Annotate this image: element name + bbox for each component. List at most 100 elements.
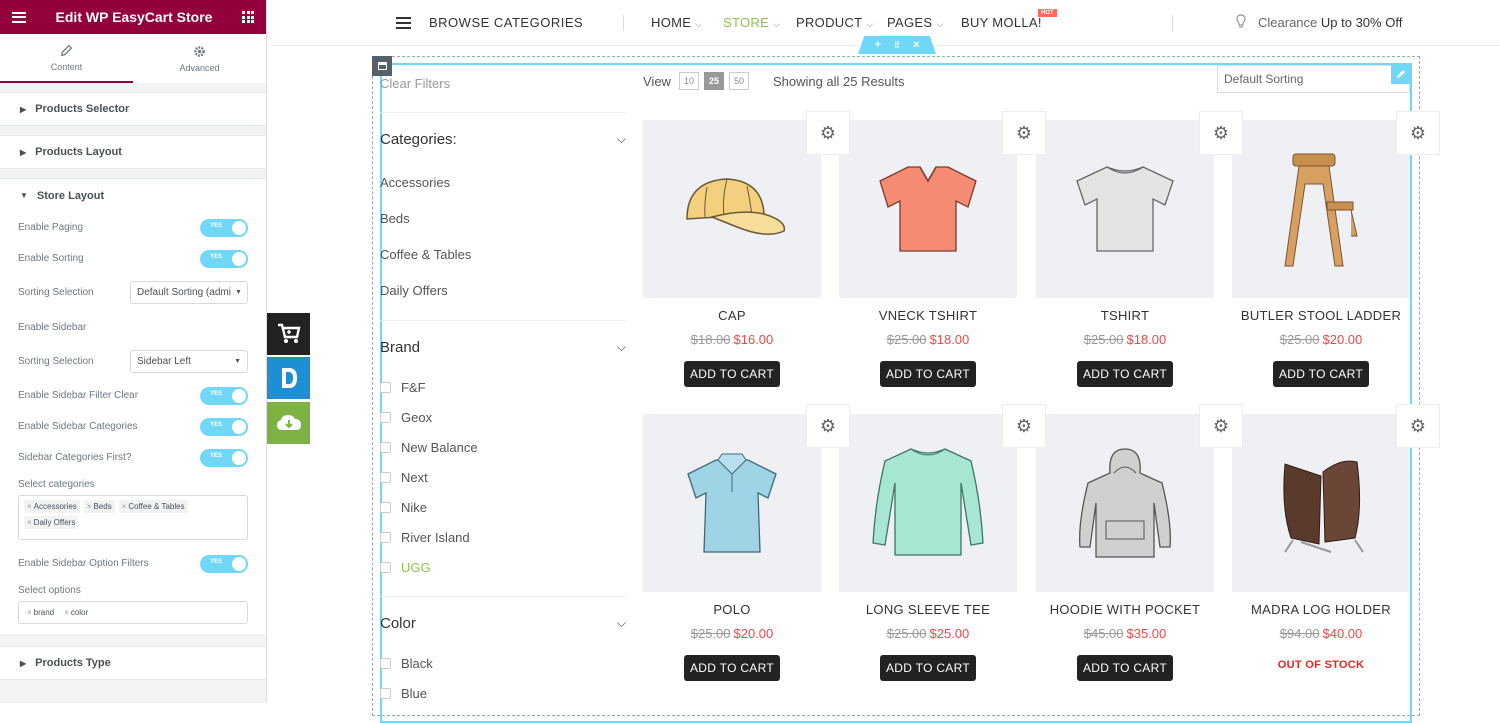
remove-icon[interactable]: × xyxy=(27,502,32,511)
product-name[interactable]: MADRA LOG HOLDER xyxy=(1232,602,1410,617)
category-chip[interactable]: × Daily Offers xyxy=(24,516,79,529)
product-settings-button[interactable]: ⚙ xyxy=(1002,111,1046,155)
product-settings-button[interactable]: ⚙ xyxy=(1199,404,1243,448)
remove-icon[interactable]: × xyxy=(87,502,92,511)
color-option[interactable]: Blue xyxy=(380,678,626,708)
section-products-selector[interactable]: ▶ Products Selector xyxy=(0,92,266,126)
brand-option[interactable]: New Balance xyxy=(380,432,626,462)
option-chip[interactable]: × brand xyxy=(24,606,58,619)
product-name[interactable]: POLO xyxy=(643,602,821,617)
product-name[interactable]: BUTLER STOOL LADDER xyxy=(1232,308,1410,323)
product-name[interactable]: CAP xyxy=(643,308,821,323)
checkbox[interactable] xyxy=(380,561,391,573)
product-settings-button[interactable]: ⚙ xyxy=(806,111,850,155)
product-settings-button[interactable]: ⚙ xyxy=(806,404,850,448)
product-settings-button[interactable]: ⚙ xyxy=(1002,404,1046,448)
section-products-layout[interactable]: ▶ Products Layout xyxy=(0,135,266,169)
cloud-download-tool-button[interactable] xyxy=(267,402,310,444)
product-image-stool[interactable] xyxy=(1232,120,1410,298)
clear-filters-link[interactable]: Clear Filters xyxy=(380,70,626,96)
product-card[interactable]: BUTLER STOOL LADDER $25.00 $20.00 ADD TO … xyxy=(1232,120,1410,387)
nav-product[interactable]: PRODUCT ⌵ xyxy=(796,15,874,30)
add-to-cart-button[interactable]: ADD TO CART xyxy=(684,655,780,681)
add-to-cart-button[interactable]: ADD TO CART xyxy=(684,361,780,387)
sorting-selection-select[interactable]: Default Sorting (admi ▼ xyxy=(130,281,248,304)
clearance-promo[interactable]: Clearance Up to 30% Off xyxy=(1258,15,1402,30)
menu-icon[interactable] xyxy=(12,11,26,23)
brand-option[interactable]: River Island xyxy=(380,522,626,552)
view-option-50[interactable]: 50 xyxy=(728,72,749,90)
chevron-down-icon[interactable]: ⌵ xyxy=(617,616,626,631)
chevron-down-icon[interactable]: ⌵ xyxy=(617,340,626,355)
brand-option[interactable]: Next xyxy=(380,462,626,492)
brand-option[interactable]: UGG xyxy=(380,552,626,582)
remove-icon[interactable]: × xyxy=(122,502,127,511)
toggle-enable-sorting[interactable]: YES xyxy=(200,249,248,268)
chevron-down-icon[interactable]: ⌵ xyxy=(617,132,626,147)
product-card[interactable]: VNECK TSHIRT $25.00 $18.00 ADD TO CART xyxy=(839,120,1017,387)
toggle-sidebar-categories[interactable]: YES xyxy=(200,417,248,436)
checkbox[interactable] xyxy=(380,657,391,669)
section-products-type[interactable]: ▶ Products Type xyxy=(0,646,266,680)
filter-header[interactable]: Categories: ⌵ xyxy=(380,131,626,148)
nav-home[interactable]: HOME ⌵ xyxy=(651,15,702,30)
category-chip[interactable]: × Beds xyxy=(83,500,115,513)
section-handle[interactable]: + ⠿ × xyxy=(858,36,936,54)
browse-categories[interactable]: BROWSE CATEGORIES xyxy=(429,15,583,30)
product-name[interactable]: TSHIRT xyxy=(1036,308,1214,323)
options-multiselect[interactable]: × brand × color xyxy=(18,601,248,624)
product-settings-button[interactable]: ⚙ xyxy=(1199,111,1243,155)
option-chip[interactable]: × color xyxy=(61,606,92,619)
section-store-layout[interactable]: ▼ Store Layout xyxy=(0,178,266,212)
product-image-log-holder[interactable] xyxy=(1232,414,1410,592)
category-link[interactable]: Coffee & Tables xyxy=(380,236,626,272)
checkbox[interactable] xyxy=(380,687,391,699)
add-to-cart-button[interactable]: ADD TO CART xyxy=(880,361,976,387)
add-to-cart-button[interactable]: ADD TO CART xyxy=(1273,361,1369,387)
toggle-sidebar-filter-clear[interactable]: YES xyxy=(200,386,248,405)
product-card[interactable]: CAP $18.00 $16.00 ADD TO CART xyxy=(643,120,821,387)
view-option-10[interactable]: 10 xyxy=(678,72,699,90)
checkbox[interactable] xyxy=(380,441,391,453)
filter-header[interactable]: Color ⌵ xyxy=(380,615,626,632)
categories-multiselect[interactable]: × Accessories × Beds × Coffee & Tables × Dai… xyxy=(18,495,248,540)
nav-buy-molla[interactable]: BUY MOLLA! xyxy=(961,15,1042,30)
add-to-cart-button[interactable]: ADD TO CART xyxy=(1077,361,1173,387)
category-link[interactable]: Daily Offers xyxy=(380,272,626,308)
view-option-25[interactable]: 25 xyxy=(703,72,724,90)
product-card[interactable]: TSHIRT $25.00 $18.00 ADD TO CART xyxy=(1036,120,1214,387)
product-image-tshirt[interactable] xyxy=(1036,120,1214,298)
widgets-grid-icon[interactable] xyxy=(242,11,254,23)
add-to-cart-button[interactable]: ADD TO CART xyxy=(1077,655,1173,681)
product-name[interactable]: LONG SLEEVE TEE xyxy=(839,602,1017,617)
category-link[interactable]: Beds xyxy=(380,200,626,236)
cart-tool-button[interactable] xyxy=(267,313,310,355)
toggle-categories-first[interactable]: YES xyxy=(200,448,248,467)
product-settings-button[interactable]: ⚙ xyxy=(1396,404,1440,448)
product-card[interactable]: POLO $25.00 $20.00 ADD TO CART xyxy=(643,414,821,681)
product-name[interactable]: HOODIE WITH POCKET xyxy=(1036,602,1214,617)
drag-handle-icon[interactable]: ⠿ xyxy=(894,41,900,50)
product-image-hoodie[interactable] xyxy=(1036,414,1214,592)
toggle-enable-paging[interactable]: YES xyxy=(200,218,248,237)
nav-pages[interactable]: PAGES ⌵ xyxy=(887,15,943,30)
sidebar-position-select[interactable]: Sidebar Left ▼ xyxy=(130,350,248,373)
color-option[interactable]: Black xyxy=(380,648,626,678)
category-link[interactable]: Accessories xyxy=(380,164,626,200)
edit-widget-button[interactable] xyxy=(1391,64,1411,84)
product-card[interactable]: LONG SLEEVE TEE $25.00 $25.00 ADD TO CART xyxy=(839,414,1017,681)
checkbox[interactable] xyxy=(380,531,391,543)
product-image-long-sleeve[interactable] xyxy=(839,414,1017,592)
product-card[interactable]: HOODIE WITH POCKET $45.00 $35.00 ADD TO C… xyxy=(1036,414,1214,681)
add-to-cart-button[interactable]: ADD TO CART xyxy=(880,655,976,681)
add-section-icon[interactable]: + xyxy=(875,39,881,51)
checkbox[interactable] xyxy=(380,501,391,513)
filter-header[interactable]: Brand ⌵ xyxy=(380,339,626,356)
product-settings-button[interactable]: ⚙ xyxy=(1396,111,1440,155)
brand-option[interactable]: F&F xyxy=(380,372,626,402)
category-chip[interactable]: × Coffee & Tables xyxy=(118,500,188,513)
document-tool-button[interactable] xyxy=(267,357,310,399)
remove-icon[interactable]: × xyxy=(27,518,32,527)
product-image-vneck[interactable] xyxy=(839,120,1017,298)
close-icon[interactable]: × xyxy=(913,39,919,51)
